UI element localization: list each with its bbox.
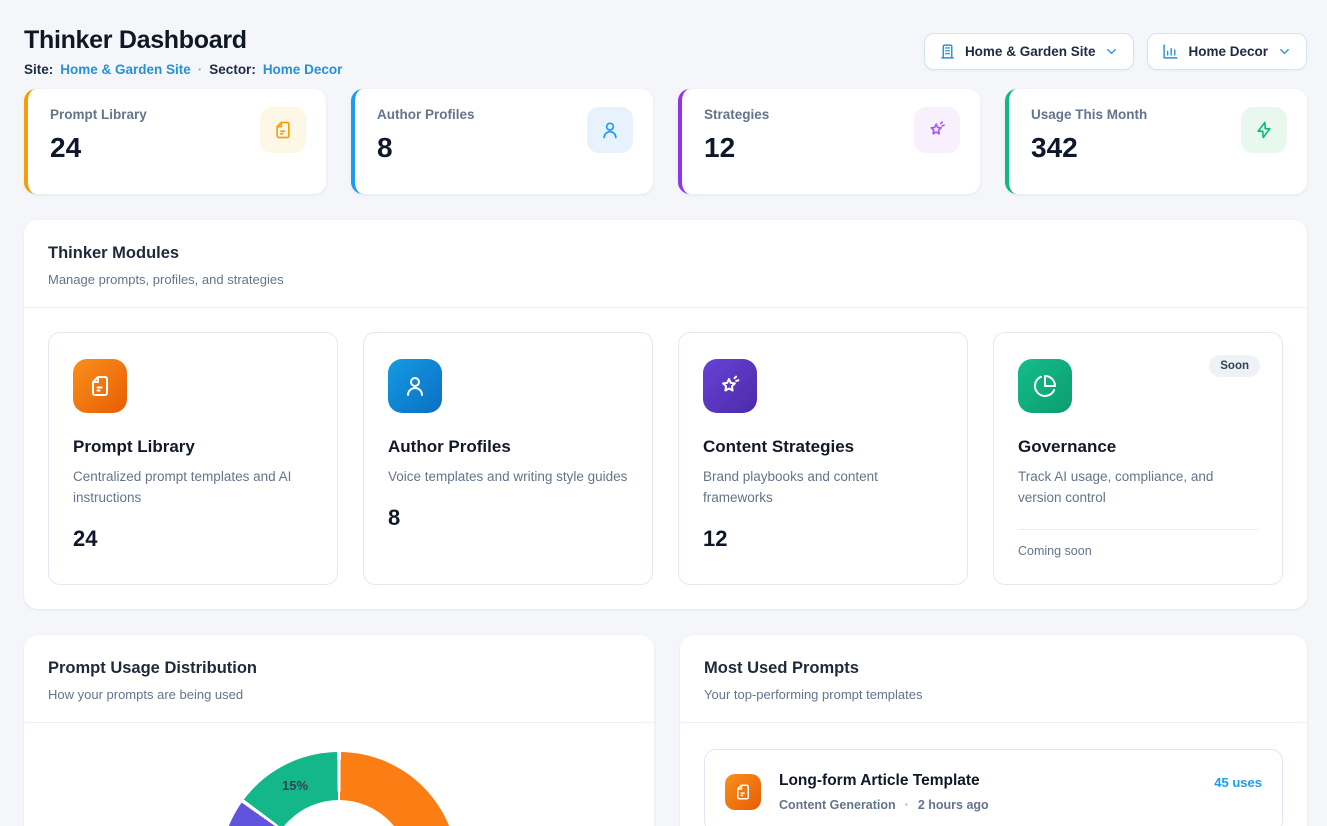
user-icon: [587, 107, 633, 153]
chevron-down-icon: [1104, 44, 1119, 59]
site-selector-button[interactable]: Home & Garden Site: [924, 33, 1135, 70]
stat-value: 24: [50, 132, 147, 164]
prompt-category: Content Generation: [779, 798, 896, 812]
modules-panel-title: Thinker Modules: [48, 244, 1283, 263]
breadcrumb: Site: Home & Garden Site · Sector: Home …: [24, 62, 342, 77]
user-icon: [388, 359, 442, 413]
prompts-card-title: Most Used Prompts: [704, 659, 1283, 678]
usage-card-title: Prompt Usage Distribution: [48, 659, 630, 678]
site-selector-label: Home & Garden Site: [965, 44, 1096, 59]
sparkle-star-icon: [703, 359, 757, 413]
stat-label: Author Profiles: [377, 107, 475, 122]
bar-chart-icon: [1162, 43, 1179, 60]
donut-hole: [268, 800, 410, 826]
stat-label: Strategies: [704, 107, 769, 122]
page-title: Thinker Dashboard: [24, 26, 342, 55]
header-left: Thinker Dashboard Site: Home & Garden Si…: [24, 26, 342, 77]
bottom-row: Prompt Usage Distribution How your promp…: [24, 635, 1307, 826]
module-title: Governance: [1018, 437, 1258, 457]
chart-area: 15%: [24, 723, 654, 826]
module-title: Author Profiles: [388, 437, 628, 457]
slice-data-label: 15%: [272, 778, 318, 793]
prompts-card-subtitle: Your top-performing prompt templates: [704, 687, 1283, 702]
prompt-list: Long-form Article Template Content Gener…: [680, 723, 1307, 826]
module-card-author-profiles[interactable]: Author Profiles Voice templates and writ…: [363, 332, 653, 585]
stats-row: Prompt Library 24 Author Profiles 8 Stra…: [24, 89, 1307, 194]
module-description: Brand playbooks and content frameworks: [703, 467, 943, 509]
stat-value: 8: [377, 132, 475, 164]
module-description: Centralized prompt templates and AI inst…: [73, 467, 313, 509]
stat-card-usage: Usage This Month 342: [1005, 89, 1307, 194]
thinker-modules-panel: Thinker Modules Manage prompts, profiles…: [24, 220, 1307, 609]
module-description: Track AI usage, compliance, and version …: [1018, 467, 1258, 509]
stat-card-prompt-library: Prompt Library 24: [24, 89, 326, 194]
module-card-governance[interactable]: Soon Governance Track AI usage, complian…: [993, 332, 1283, 585]
stat-label: Prompt Library: [50, 107, 147, 122]
zap-icon: [1241, 107, 1287, 153]
usage-donut-chart[interactable]: 15%: [220, 752, 458, 826]
document-icon: [260, 107, 306, 153]
breadcrumb-separator: ·: [198, 62, 203, 77]
stat-card-author-profiles: Author Profiles 8: [351, 89, 653, 194]
module-card-content-strategies[interactable]: Content Strategies Brand playbooks and c…: [678, 332, 968, 585]
module-count: 8: [388, 505, 628, 531]
sector-link[interactable]: Home Decor: [263, 62, 343, 77]
page-header: Thinker Dashboard Site: Home & Garden Si…: [24, 26, 1307, 77]
sector-selector-label: Home Decor: [1188, 44, 1268, 59]
module-title: Content Strategies: [703, 437, 943, 457]
stat-value: 342: [1031, 132, 1147, 164]
prompt-time: 2 hours ago: [918, 798, 989, 812]
module-description: Voice templates and writing style guides: [388, 467, 628, 488]
module-title: Prompt Library: [73, 437, 313, 457]
prompt-info: Long-form Article Template Content Gener…: [779, 772, 1196, 812]
soon-badge: Soon: [1209, 355, 1260, 377]
chevron-down-icon: [1277, 44, 1292, 59]
modules-panel-subtitle: Manage prompts, profiles, and strategies: [48, 272, 1283, 287]
usage-distribution-card: Prompt Usage Distribution How your promp…: [24, 635, 654, 826]
site-label: Site:: [24, 62, 53, 77]
module-count: 12: [703, 526, 943, 552]
modules-grid: Prompt Library Centralized prompt templa…: [24, 308, 1307, 609]
prompt-meta: Content Generation · 2 hours ago: [779, 798, 1196, 812]
divider: [1018, 529, 1258, 530]
coming-soon-text: Coming soon: [1018, 544, 1258, 558]
usage-card-subtitle: How your prompts are being used: [48, 687, 630, 702]
document-icon: [725, 774, 761, 810]
building-icon: [939, 43, 956, 60]
meta-separator: ·: [905, 798, 909, 812]
header-selectors: Home & Garden Site Home Decor: [924, 33, 1307, 70]
site-link[interactable]: Home & Garden Site: [60, 62, 191, 77]
usage-card-header: Prompt Usage Distribution How your promp…: [24, 635, 654, 723]
stat-value: 12: [704, 132, 769, 164]
sector-label: Sector:: [209, 62, 256, 77]
modules-panel-header: Thinker Modules Manage prompts, profiles…: [24, 220, 1307, 308]
module-count: 24: [73, 526, 313, 552]
prompts-card-header: Most Used Prompts Your top-performing pr…: [680, 635, 1307, 723]
most-used-prompts-card: Most Used Prompts Your top-performing pr…: [680, 635, 1307, 826]
dashboard-page: Thinker Dashboard Site: Home & Garden Si…: [0, 0, 1327, 826]
sector-selector-button[interactable]: Home Decor: [1147, 33, 1307, 70]
pie-chart-icon: [1018, 359, 1072, 413]
prompt-uses-badge: 45 uses: [1214, 775, 1262, 790]
document-icon: [73, 359, 127, 413]
stat-card-strategies: Strategies 12: [678, 89, 980, 194]
module-card-prompt-library[interactable]: Prompt Library Centralized prompt templa…: [48, 332, 338, 585]
prompt-list-item[interactable]: Long-form Article Template Content Gener…: [704, 749, 1283, 826]
stat-label: Usage This Month: [1031, 107, 1147, 122]
prompt-title: Long-form Article Template: [779, 772, 1196, 790]
sparkle-star-icon: [914, 107, 960, 153]
